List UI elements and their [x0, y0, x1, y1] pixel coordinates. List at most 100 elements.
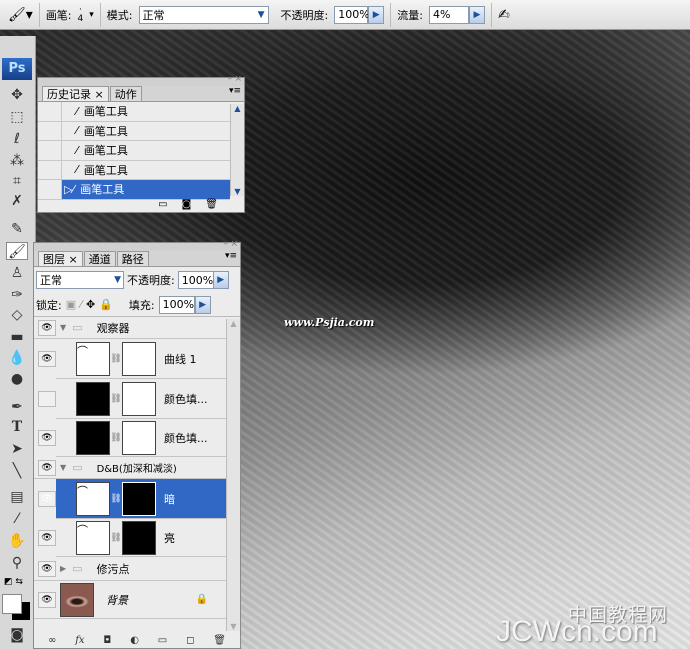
eraser-tool-icon[interactable]: ◇ — [6, 306, 28, 324]
adjustment-layer-icon[interactable]: ◐ — [130, 635, 139, 646]
history-item[interactable]: ⁄ 画笔工具 — [38, 121, 230, 141]
watermark-jcwcn-en: JCWcn.com — [496, 615, 658, 648]
default-colors-icon[interactable]: ◩ ⇆ — [4, 577, 23, 587]
folder-icon: ▭ — [72, 461, 83, 474]
visibility-eye-icon[interactable]: 👁 — [38, 490, 56, 507]
blur-tool-icon[interactable]: 💧 — [6, 349, 28, 367]
tab-actions[interactable]: 动作 — [109, 86, 142, 101]
tab-history[interactable]: 历史记录 × — [42, 86, 109, 101]
panel-minimize-icon[interactable]: – — [228, 74, 233, 84]
blend-mode-select[interactable]: 正常 ▼ — [36, 271, 124, 289]
type-tool-icon[interactable]: T — [6, 418, 28, 436]
new-group-icon[interactable]: ▭ — [158, 635, 167, 646]
eyedropper-tool-icon[interactable]: ⁄ — [6, 510, 28, 528]
lock-transparency-icon[interactable]: ▣ — [66, 298, 76, 311]
new-document-from-state-icon[interactable]: ▭ — [158, 199, 167, 210]
brush-size-picker[interactable]: · 4 — [78, 5, 84, 24]
gradient-tool-icon[interactable]: ▬ — [6, 328, 28, 346]
layer-group-row[interactable]: 👁 ▼ ▭ 观察器 — [34, 317, 226, 339]
layer-group-row[interactable]: 👁 ▶ ▭ 修污点 — [34, 557, 226, 581]
history-item-selected[interactable]: ▷⁄ 画笔工具 — [38, 179, 230, 200]
move-tool-icon[interactable]: ✥ — [6, 86, 28, 104]
dodge-tool-icon[interactable]: ● — [6, 370, 28, 388]
lock-position-icon[interactable]: ✥ — [86, 298, 95, 311]
line-tool-icon[interactable]: ╲ — [6, 462, 28, 480]
visibility-toggle-off[interactable] — [38, 390, 56, 407]
tab-layers[interactable]: 图层 × — [38, 251, 83, 266]
layer-row[interactable]: 👁 ⌒ ⛓ 亮 — [38, 519, 226, 557]
visibility-eye-icon[interactable]: 👁 — [38, 459, 56, 476]
crop-tool-icon[interactable]: ⌗ — [6, 172, 28, 190]
airbrush-icon[interactable]: ✍ — [498, 7, 510, 23]
layer-style-fx-icon[interactable]: fx — [75, 635, 84, 646]
opacity-slider-button[interactable]: ▶ — [368, 5, 385, 24]
flow-label: 流量: — [397, 8, 423, 22]
mask-thumbnail — [122, 520, 156, 555]
layer-row-selected[interactable]: 👁 ⌒ ⛓ 暗 — [38, 479, 226, 519]
brush-tool-icon[interactable]: 🖌 — [6, 242, 28, 260]
mask-thumbnail — [122, 341, 156, 376]
lock-pixels-icon[interactable]: ⁄ — [80, 298, 82, 311]
layer-row[interactable]: 👁 ⛓ 颜色填... — [38, 419, 226, 457]
fill-slider-button[interactable]: ▶ — [194, 295, 211, 314]
delete-state-icon[interactable]: 🗑 — [205, 199, 218, 210]
visibility-eye-icon[interactable]: 👁 — [38, 319, 56, 336]
new-layer-icon[interactable]: ◻ — [186, 635, 194, 646]
zoom-tool-icon[interactable]: ⚲ — [6, 554, 28, 572]
path-selection-tool-icon[interactable]: ➤ — [6, 440, 28, 458]
hand-tool-icon[interactable]: ✋ — [6, 532, 28, 550]
fill-thumbnail — [76, 381, 110, 416]
layer-row-background[interactable]: 👁 背景 🔒 — [34, 581, 226, 619]
healing-brush-tool-icon[interactable]: ✎ — [6, 220, 28, 238]
pen-tool-icon[interactable]: ✒ — [6, 398, 28, 416]
visibility-eye-icon[interactable]: 👁 — [38, 591, 56, 608]
visibility-eye-icon[interactable]: 👁 — [38, 529, 56, 546]
delete-layer-icon[interactable]: 🗑 — [213, 635, 226, 646]
magic-wand-tool-icon[interactable]: ⁂ — [6, 152, 28, 170]
panel-close-icon[interactable]: × — [230, 239, 238, 249]
lasso-tool-icon[interactable]: ℓ — [6, 130, 28, 148]
tab-paths[interactable]: 路径 — [116, 251, 149, 266]
curves-thumbnail: ⌒ — [76, 520, 110, 555]
layer-opacity-slider-button[interactable]: ▶ — [212, 271, 229, 289]
lock-all-icon[interactable]: 🔒 — [99, 298, 113, 311]
notes-tool-icon[interactable]: ▤ — [6, 488, 28, 506]
ps-logo: Ps — [2, 58, 32, 80]
panel-minimize-icon[interactable]: – — [224, 239, 229, 249]
flow-slider-button[interactable]: ▶ — [468, 5, 485, 24]
brush-tool-preset-icon[interactable]: 🖌▾ — [8, 7, 33, 23]
layer-row[interactable]: 👁 ⌒ ⛓ 曲线 1 — [38, 339, 226, 379]
folder-icon: ▭ — [72, 321, 83, 334]
history-item[interactable]: ⁄ 画笔工具 — [38, 160, 230, 180]
layer-group-row[interactable]: 👁 ▼ ▭ D&B(加深和减淡) — [34, 457, 226, 479]
history-scrollbar[interactable]: ▲ ▼ — [230, 104, 244, 196]
mask-thumbnail — [122, 481, 156, 516]
fill-input[interactable]: 100% — [158, 295, 195, 314]
history-item[interactable]: ⁄ 画笔工具 — [38, 101, 230, 122]
mode-select[interactable]: 正常 ▼ — [138, 5, 269, 24]
history-brush-tool-icon[interactable]: ✑ — [6, 286, 28, 304]
visibility-eye-icon[interactable]: 👁 — [38, 350, 56, 367]
marquee-tool-icon[interactable]: ⬚ — [6, 108, 28, 126]
panel-menu-icon[interactable]: ▾≡ — [225, 251, 240, 266]
clone-stamp-tool-icon[interactable]: ♙ — [6, 264, 28, 282]
layer-opacity-input[interactable]: 100% — [177, 271, 214, 289]
panel-menu-icon[interactable]: ▾≡ — [229, 86, 244, 101]
layer-row[interactable]: ⛓ 颜色填... — [38, 379, 226, 419]
layers-scrollbar[interactable]: ▲ ▼ — [226, 319, 240, 631]
visibility-eye-icon[interactable]: 👁 — [38, 429, 56, 446]
opacity-label: 不透明度: — [127, 274, 175, 287]
link-layers-icon[interactable]: ∞ — [48, 635, 56, 646]
tab-channels[interactable]: 通道 — [83, 251, 116, 266]
opacity-input[interactable]: 100% — [334, 5, 370, 24]
add-mask-icon[interactable]: ◘ — [103, 635, 111, 646]
quick-mask-icon[interactable]: ◙ — [6, 626, 28, 644]
slice-tool-icon[interactable]: ✗ — [6, 192, 28, 210]
flow-input[interactable]: 4% — [428, 5, 469, 24]
panel-close-icon[interactable]: × — [234, 74, 242, 84]
foreground-color-swatch[interactable] — [2, 594, 22, 614]
new-snapshot-icon[interactable]: ◙ — [182, 199, 192, 210]
folder-icon: ▭ — [72, 562, 83, 575]
history-item[interactable]: ⁄ 画笔工具 — [38, 140, 230, 161]
visibility-eye-icon[interactable]: 👁 — [38, 560, 56, 577]
